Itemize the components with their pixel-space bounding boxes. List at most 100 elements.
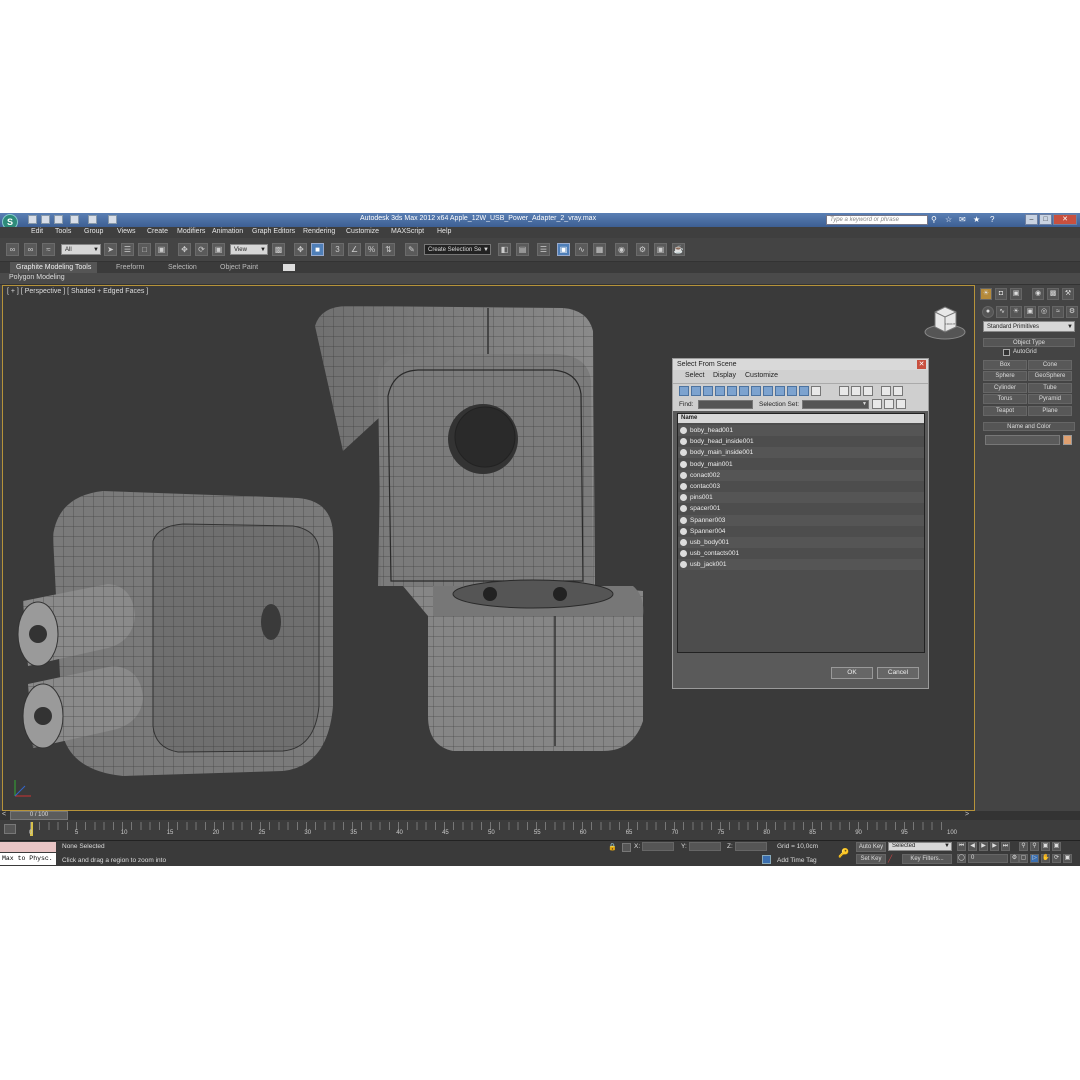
display-helpers-icon[interactable]: [727, 386, 737, 396]
field-of-view-icon[interactable]: ▷: [1030, 854, 1039, 863]
create-selection-set-icon[interactable]: [872, 399, 882, 409]
keyboard-shortcut-override-icon[interactable]: ■: [311, 243, 324, 256]
select-object-icon[interactable]: ➤: [104, 243, 117, 256]
display-spacewarps-icon[interactable]: [739, 386, 749, 396]
select-manipulate-icon[interactable]: ✥: [294, 243, 307, 256]
display-shapes-icon[interactable]: [691, 386, 701, 396]
object-color-swatch[interactable]: [1063, 435, 1072, 445]
zoom-icon[interactable]: ⚲: [1019, 842, 1028, 851]
ok-button[interactable]: OK: [831, 667, 873, 679]
display-containers-icon[interactable]: [787, 386, 797, 396]
unlink-icon[interactable]: ∞: [24, 243, 37, 256]
snaps-toggle-icon[interactable]: 3: [331, 243, 344, 256]
helpers-icon[interactable]: ◎: [1038, 306, 1050, 318]
modify-tab-icon[interactable]: ◘: [995, 288, 1007, 300]
subscription-icon[interactable]: ☆: [945, 215, 952, 224]
key-mode-toggle-icon[interactable]: ◯: [957, 854, 966, 863]
x-coord-field[interactable]: [642, 842, 674, 851]
list-item[interactable]: contac003: [678, 481, 924, 492]
menu-modifiers[interactable]: Modifiers: [177, 228, 205, 235]
utilities-tab-icon[interactable]: ⚒: [1062, 288, 1074, 300]
named-selection-dropdown[interactable]: Create Selection Se ▼: [424, 244, 491, 255]
torus-button[interactable]: Torus: [983, 394, 1027, 404]
spacewarps-icon[interactable]: ≈: [1052, 306, 1064, 318]
timeline-ruler[interactable]: 0 5 10 15 20 25 30 35 40 45 50 55 60 65 70 75 80 85 90 95 10…: [0, 820, 1080, 840]
maxscript-input[interactable]: Max to Physc.: [0, 853, 56, 865]
undo-icon[interactable]: [70, 215, 79, 224]
previous-frame-icon[interactable]: ◀: [968, 842, 977, 851]
material-editor-icon[interactable]: ◉: [615, 243, 628, 256]
adapter-body-right[interactable]: [315, 306, 644, 751]
display-xrefs-icon[interactable]: [763, 386, 773, 396]
window-crossing-icon[interactable]: ▣: [155, 243, 168, 256]
rendered-frame-icon[interactable]: ▣: [654, 243, 667, 256]
close-button[interactable]: ✕: [1053, 214, 1077, 225]
remove-selection-set-icon[interactable]: [884, 399, 894, 409]
prev-frame-icon[interactable]: <: [2, 811, 6, 818]
list-item[interactable]: pins001: [678, 492, 924, 504]
object-type-rollout[interactable]: Object Type: [983, 338, 1075, 347]
render-production-icon[interactable]: ☕: [672, 243, 685, 256]
go-to-start-icon[interactable]: ⏮: [957, 842, 966, 851]
list-item[interactable]: conact002: [678, 469, 924, 481]
list-item[interactable]: body_main_inside001: [678, 447, 924, 459]
menu-help[interactable]: Help: [437, 228, 451, 235]
sync-selection-icon[interactable]: [893, 386, 903, 396]
list-item[interactable]: Spanner003: [678, 514, 924, 526]
menu-maxscript[interactable]: MAXScript: [391, 228, 424, 235]
menu-graph-editors[interactable]: Graph Editors: [252, 228, 295, 235]
orbit-icon[interactable]: ⟳: [1052, 854, 1061, 863]
pan-view-icon[interactable]: ✋: [1041, 854, 1050, 863]
auto-key-button[interactable]: Auto Key: [856, 842, 886, 852]
menu-edit[interactable]: Edit: [31, 228, 43, 235]
menu-animation[interactable]: Animation: [212, 228, 243, 235]
display-groups-icon[interactable]: [751, 386, 761, 396]
adapter-body-left[interactable]: [17, 491, 333, 776]
cancel-button[interactable]: Cancel: [877, 667, 919, 679]
dialog-menu-customize[interactable]: Customize: [745, 372, 778, 379]
create-tab-icon[interactable]: ☀: [980, 288, 992, 300]
primitive-category-dropdown[interactable]: Standard Primitives ▼: [983, 321, 1075, 332]
communication-icon[interactable]: ✉: [959, 215, 966, 224]
favorites-icon[interactable]: ★: [973, 215, 980, 224]
display-hidden-icon[interactable]: [811, 386, 821, 396]
box-button[interactable]: Box: [983, 360, 1027, 370]
zoom-extents-all-icon[interactable]: ▣: [1052, 842, 1061, 851]
next-frame-icon[interactable]: >: [965, 811, 969, 818]
list-item[interactable]: usb_jack001: [678, 559, 924, 571]
dialog-title[interactable]: Select From Scene: [673, 359, 928, 370]
zoom-extents-icon[interactable]: ▣: [1041, 842, 1050, 851]
graphite-toggle-icon[interactable]: ▣: [557, 243, 570, 256]
lights-icon[interactable]: ☀: [1010, 306, 1022, 318]
geometry-icon[interactable]: ●: [982, 306, 994, 318]
menu-views[interactable]: Views: [117, 228, 136, 235]
go-to-end-icon[interactable]: ⏭: [1001, 842, 1010, 851]
display-lights-icon[interactable]: [703, 386, 713, 396]
motion-tab-icon[interactable]: ◉: [1032, 288, 1044, 300]
curve-editor-icon[interactable]: ∿: [575, 243, 588, 256]
maximize-button[interactable]: □: [1039, 214, 1052, 225]
render-setup-icon[interactable]: ⚙: [636, 243, 649, 256]
list-item[interactable]: body_main001: [678, 459, 924, 470]
menu-rendering[interactable]: Rendering: [303, 228, 335, 235]
cameras-icon[interactable]: ▣: [1024, 306, 1036, 318]
selection-set-dropdown[interactable]: ▼: [802, 400, 869, 409]
tab-freeform[interactable]: Freeform: [110, 262, 150, 273]
list-item[interactable]: spacer001: [678, 503, 924, 514]
mini-curve-editor-icon[interactable]: [4, 824, 16, 834]
rectangular-selection-icon[interactable]: □: [138, 243, 151, 256]
dialog-menu-select[interactable]: Select: [685, 372, 704, 379]
search-icon[interactable]: ⚲: [931, 215, 937, 224]
current-frame-field[interactable]: 0: [968, 854, 1008, 863]
display-tab-icon[interactable]: ▩: [1047, 288, 1059, 300]
display-none-icon[interactable]: [851, 386, 861, 396]
time-config-icon[interactable]: ⚙: [1010, 854, 1019, 863]
minimize-button[interactable]: –: [1025, 214, 1038, 225]
set-key-button[interactable]: Set Key: [856, 854, 886, 864]
add-time-tag-label[interactable]: Add Time Tag: [777, 857, 817, 864]
next-key-icon[interactable]: ▶: [990, 842, 999, 851]
systems-icon[interactable]: ⚙: [1066, 306, 1078, 318]
z-coord-field[interactable]: [735, 842, 767, 851]
display-all-icon[interactable]: [839, 386, 849, 396]
dialog-menu-display[interactable]: Display: [713, 372, 736, 379]
